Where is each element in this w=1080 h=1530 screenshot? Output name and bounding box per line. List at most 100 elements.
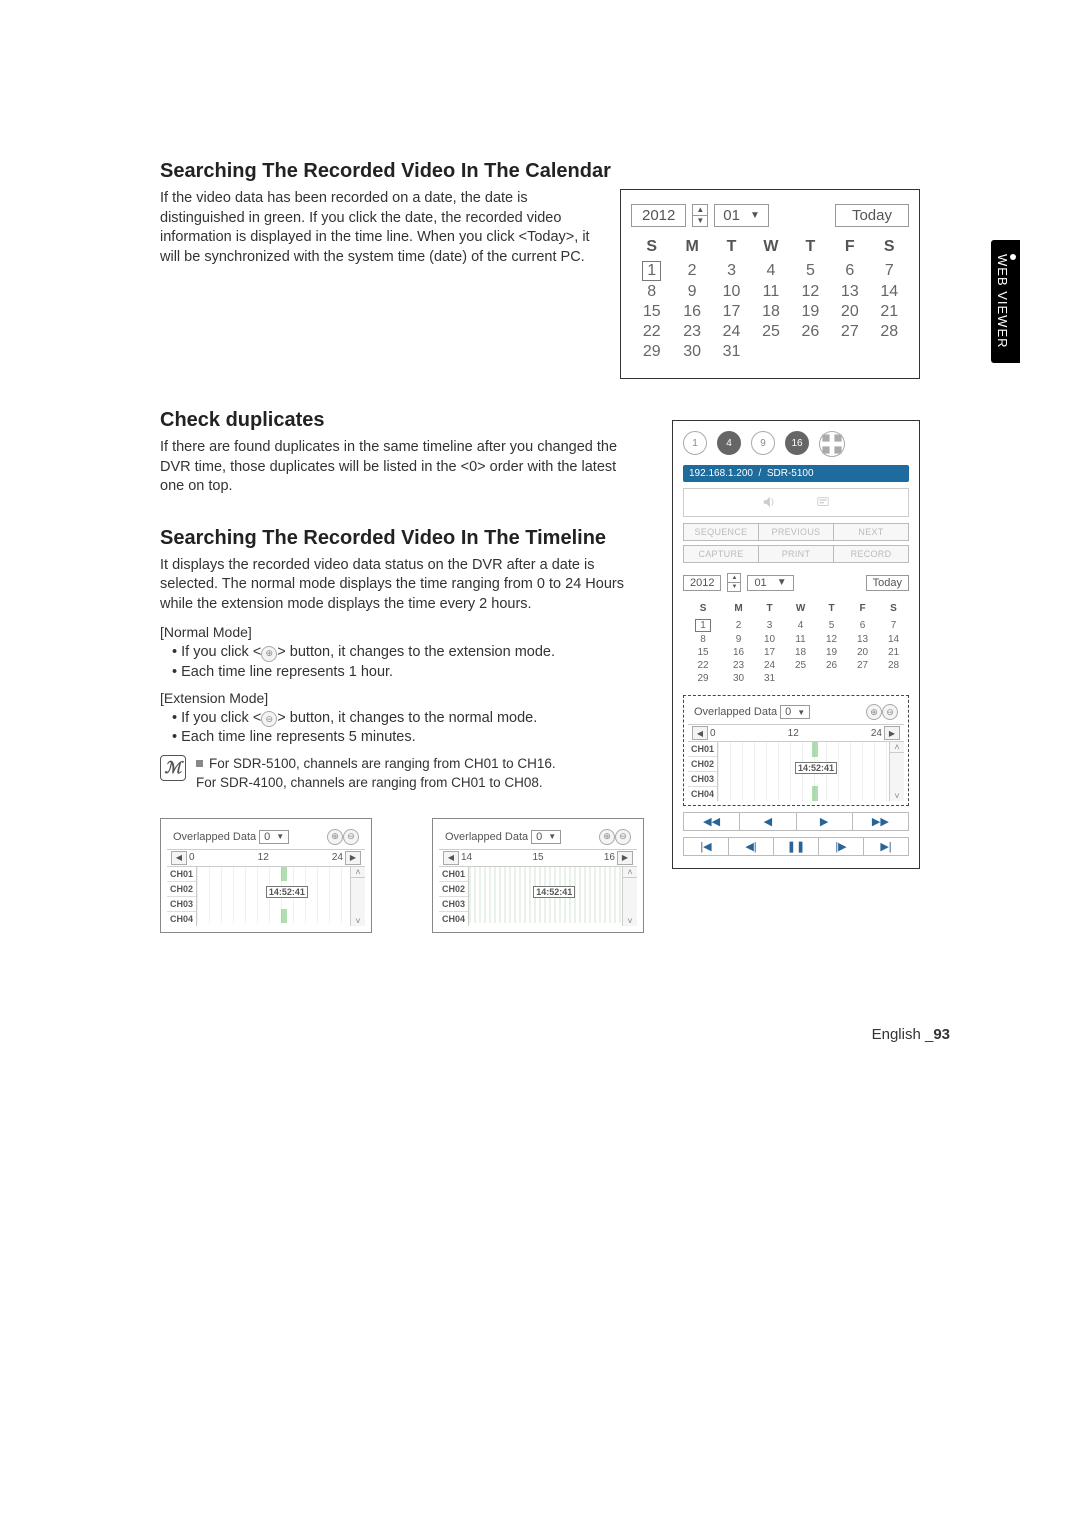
scroll-up-icon[interactable]: ˄ bbox=[890, 742, 904, 753]
calendar-day-cell[interactable]: 13 bbox=[847, 633, 878, 646]
scroll-up-icon[interactable]: ˄ bbox=[351, 867, 365, 878]
calendar-grid-small[interactable]: SMTWTFS 12345678910111213141516171819202… bbox=[683, 602, 909, 685]
calendar-day-cell[interactable]: 9 bbox=[672, 282, 711, 302]
playback-button[interactable]: |◀ bbox=[684, 838, 728, 855]
calendar-day-cell[interactable]: 1 bbox=[631, 260, 672, 282]
ruler-left-button[interactable]: ◀ bbox=[443, 851, 459, 865]
calendar-day-cell[interactable]: 27 bbox=[830, 322, 869, 342]
ruler-left-button[interactable]: ◀ bbox=[692, 726, 708, 740]
mode-collapse-icon[interactable]: ⊖ bbox=[615, 829, 631, 845]
calendar-day-cell[interactable]: 19 bbox=[791, 302, 830, 322]
calendar-day-cell[interactable]: 28 bbox=[870, 322, 909, 342]
calendar-day-cell[interactable]: 13 bbox=[830, 282, 869, 302]
calendar-day-cell[interactable]: 17 bbox=[712, 302, 751, 322]
calendar-day-cell[interactable]: 23 bbox=[672, 322, 711, 342]
calendar-day-cell[interactable]: 3 bbox=[754, 618, 785, 633]
year-spinner[interactable]: ▲▼ bbox=[692, 204, 708, 227]
calendar-day-cell[interactable]: 1 bbox=[683, 618, 723, 633]
calendar-day-cell[interactable]: 28 bbox=[878, 659, 909, 672]
track-area[interactable]: 14:52:41 bbox=[469, 867, 622, 923]
scrollbar[interactable]: ˄˅ bbox=[350, 867, 365, 926]
today-button-small[interactable]: Today bbox=[866, 575, 909, 591]
calendar-day-cell[interactable]: 6 bbox=[847, 618, 878, 633]
calendar-day-cell[interactable]: 5 bbox=[816, 618, 847, 633]
next-button[interactable]: NEXT bbox=[834, 523, 909, 541]
overlapped-select[interactable]: 0▼ bbox=[531, 830, 561, 844]
year-input-small[interactable]: 2012 bbox=[683, 575, 721, 591]
calendar-day-cell[interactable]: 27 bbox=[847, 659, 878, 672]
calendar-day-cell[interactable]: 11 bbox=[751, 282, 790, 302]
calendar-day-cell[interactable]: 10 bbox=[754, 633, 785, 646]
calendar-day-cell[interactable]: 29 bbox=[631, 342, 672, 362]
scroll-down-icon[interactable]: ˅ bbox=[890, 791, 904, 801]
calendar-day-cell[interactable]: 19 bbox=[816, 646, 847, 659]
playback-button[interactable]: ▶ bbox=[796, 813, 852, 830]
calendar-day-cell[interactable]: 29 bbox=[683, 672, 723, 685]
calendar-day-cell[interactable]: 14 bbox=[870, 282, 909, 302]
calendar-day-cell[interactable]: 12 bbox=[791, 282, 830, 302]
calendar-day-cell[interactable]: 15 bbox=[683, 646, 723, 659]
track-area[interactable]: 14:52:41 bbox=[718, 742, 889, 801]
year-input[interactable]: 2012 bbox=[631, 204, 686, 227]
layout-1-button[interactable]: 1 bbox=[683, 431, 707, 455]
calendar-day-cell[interactable]: 31 bbox=[712, 342, 751, 362]
calendar-body[interactable]: 1234567891011121314151617181920212223242… bbox=[631, 260, 909, 362]
layout-9-button[interactable]: 9 bbox=[751, 431, 775, 455]
calendar-day-cell[interactable]: 12 bbox=[816, 633, 847, 646]
print-button[interactable]: PRINT bbox=[759, 545, 834, 563]
calendar-day-cell[interactable]: 2 bbox=[723, 618, 754, 633]
year-spinner-small[interactable]: ▲▼ bbox=[727, 573, 741, 592]
calendar-day-cell[interactable]: 15 bbox=[631, 302, 672, 322]
playback-button[interactable]: ❚❚ bbox=[773, 838, 818, 855]
track-area[interactable]: 14:52:41 bbox=[197, 867, 350, 923]
calendar-day-cell[interactable]: 17 bbox=[754, 646, 785, 659]
calendar-day-cell[interactable]: 4 bbox=[751, 260, 790, 282]
ruler-left-button[interactable]: ◀ bbox=[171, 851, 187, 865]
calendar-day-cell[interactable]: 24 bbox=[754, 659, 785, 672]
scrollbar[interactable]: ˄˅ bbox=[622, 867, 637, 926]
calendar-day-cell[interactable]: 25 bbox=[751, 322, 790, 342]
scroll-down-icon[interactable]: ˅ bbox=[623, 916, 637, 926]
calendar-day-cell[interactable]: 25 bbox=[785, 659, 816, 672]
calendar-day-cell[interactable]: 3 bbox=[712, 260, 751, 282]
calendar-day-cell[interactable]: 23 bbox=[723, 659, 754, 672]
overlapped-select[interactable]: 0▼ bbox=[780, 705, 810, 719]
previous-button[interactable]: PREVIOUS bbox=[759, 523, 834, 541]
capture-button[interactable]: CAPTURE bbox=[683, 545, 759, 563]
calendar-day-cell[interactable]: 24 bbox=[712, 322, 751, 342]
scroll-up-icon[interactable]: ˄ bbox=[623, 867, 637, 878]
calendar-day-cell[interactable]: 30 bbox=[672, 342, 711, 362]
month-select[interactable]: 01 ▼ bbox=[714, 204, 769, 227]
calendar-day-cell[interactable]: 4 bbox=[785, 618, 816, 633]
calendar-day-cell[interactable]: 21 bbox=[878, 646, 909, 659]
calendar-day-cell[interactable]: 18 bbox=[785, 646, 816, 659]
playback-button[interactable]: ▶▶ bbox=[852, 813, 908, 830]
calendar-day-cell[interactable]: 6 bbox=[830, 260, 869, 282]
calendar-day-cell[interactable]: 26 bbox=[791, 322, 830, 342]
calendar-day-cell[interactable]: 9 bbox=[723, 633, 754, 646]
record-button[interactable]: RECORD bbox=[834, 545, 909, 563]
calendar-day-cell[interactable]: 22 bbox=[683, 659, 723, 672]
calendar-day-cell[interactable]: 20 bbox=[847, 646, 878, 659]
calendar-day-cell[interactable]: 26 bbox=[816, 659, 847, 672]
calendar-day-cell[interactable]: 7 bbox=[878, 618, 909, 633]
layout-extra-button[interactable] bbox=[819, 431, 845, 457]
playback-button[interactable]: ▶| bbox=[863, 838, 908, 855]
playback-button[interactable]: |▶ bbox=[818, 838, 863, 855]
month-select-small[interactable]: 01▼ bbox=[747, 575, 793, 591]
today-button[interactable]: Today bbox=[835, 204, 909, 227]
calendar-day-cell[interactable]: 16 bbox=[723, 646, 754, 659]
calendar-day-cell[interactable]: 8 bbox=[683, 633, 723, 646]
playback-button[interactable]: ◀| bbox=[728, 838, 773, 855]
sequence-button[interactable]: SEQUENCE bbox=[683, 523, 759, 541]
scroll-down-icon[interactable]: ˅ bbox=[351, 916, 365, 926]
calendar-day-cell[interactable]: 10 bbox=[712, 282, 751, 302]
calendar-day-cell[interactable]: 31 bbox=[754, 672, 785, 685]
calendar-day-cell[interactable]: 18 bbox=[751, 302, 790, 322]
calendar-day-cell[interactable]: 5 bbox=[791, 260, 830, 282]
ruler-right-button[interactable]: ▶ bbox=[345, 851, 361, 865]
mode-collapse-icon[interactable]: ⊖ bbox=[343, 829, 359, 845]
calendar-day-cell[interactable]: 7 bbox=[870, 260, 909, 282]
mode-expand-icon[interactable]: ⊕ bbox=[599, 829, 615, 845]
calendar-day-cell[interactable]: 21 bbox=[870, 302, 909, 322]
